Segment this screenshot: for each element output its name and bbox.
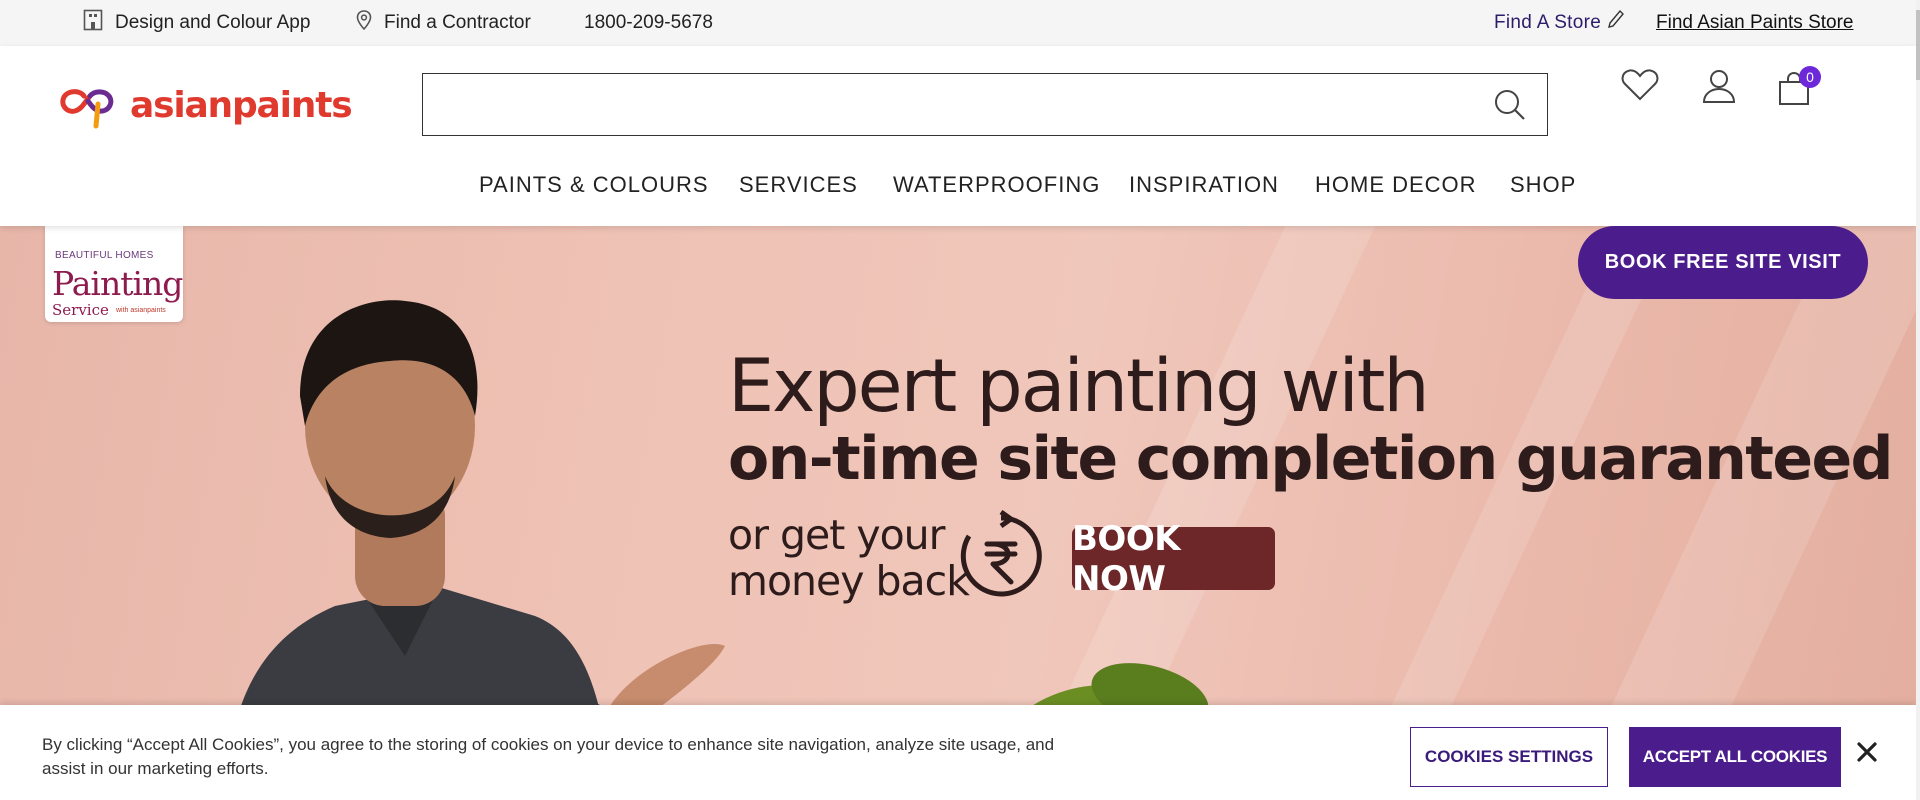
site-header: asianpaints 0 PAINTS & COLOURS SERVICES …: [0, 46, 1916, 226]
find-a-store-link[interactable]: Find A Store: [1494, 0, 1637, 46]
pencil-icon: [1607, 9, 1637, 37]
logo-mark-icon: [58, 76, 124, 135]
user-icon[interactable]: [1702, 68, 1736, 109]
find-a-store-label: Find A Store: [1494, 12, 1602, 33]
nav-waterproofing[interactable]: WATERPROOFING: [893, 172, 1100, 198]
location-pin-icon: [356, 10, 384, 36]
money-back-line1: or get your: [728, 511, 946, 559]
search-box[interactable]: [422, 73, 1548, 136]
hero-headline-line2: on-time site completion guaranteed: [728, 424, 1893, 494]
cookies-settings-button[interactable]: COOKIES SETTINGS: [1410, 727, 1608, 787]
search-icon[interactable]: [1493, 88, 1527, 127]
book-now-button[interactable]: BOOK NOW: [1072, 519, 1275, 599]
scrollbar-thumb[interactable]: [1916, 10, 1920, 80]
close-icon[interactable]: [1856, 741, 1878, 768]
badge-tagline: with asianpaints: [116, 307, 166, 314]
cart-count-badge: 0: [1799, 66, 1821, 88]
badge-subtitle: Service: [52, 301, 109, 319]
find-contractor-link[interactable]: Find a Contractor: [356, 0, 531, 46]
nav-paints-colours[interactable]: PAINTS & COLOURS: [479, 172, 709, 198]
nav-inspiration[interactable]: INSPIRATION: [1129, 172, 1279, 198]
design-colour-app-label: Design and Colour App: [115, 12, 311, 33]
money-back-line2: money back: [728, 557, 970, 605]
design-colour-app-link[interactable]: Design and Colour App: [83, 0, 310, 46]
hero-headline-line1: Expert painting with: [728, 344, 1430, 429]
phone-number[interactable]: 1800-209-5678: [584, 0, 713, 46]
building-icon: [83, 9, 115, 37]
book-free-site-visit-button[interactable]: BOOK FREE SITE VISIT: [1578, 226, 1868, 299]
find-contractor-label: Find a Contractor: [384, 12, 531, 33]
heart-icon[interactable]: [1621, 68, 1659, 107]
cookie-banner: By clicking “Accept All Cookies”, you ag…: [0, 705, 1916, 800]
cookie-message: By clicking “Accept All Cookies”, you ag…: [42, 735, 1055, 778]
badge-title: Painting: [52, 264, 183, 303]
nav-shop[interactable]: SHOP: [1510, 172, 1576, 198]
painting-service-badge: BEAUTIFUL HOMES Painting Service with as…: [45, 226, 183, 322]
find-asian-paints-store-link[interactable]: Find Asian Paints Store: [1656, 0, 1854, 46]
accept-all-cookies-button[interactable]: ACCEPT ALL COOKIES: [1629, 727, 1841, 787]
nav-home-decor[interactable]: HOME DECOR: [1315, 172, 1477, 198]
asianpaints-logo[interactable]: asianpaints: [58, 76, 353, 135]
top-utility-bar: Design and Colour App Find a Contractor …: [0, 0, 1916, 46]
logo-text: asianpaints: [130, 85, 353, 126]
main-nav: PAINTS & COLOURS SERVICES WATERPROOFING …: [0, 172, 1916, 216]
money-back-text: or get your money back: [728, 511, 970, 605]
rupee-icon: [955, 509, 1047, 607]
nav-services[interactable]: SERVICES: [739, 172, 858, 198]
page-scrollbar[interactable]: [1916, 0, 1920, 800]
badge-brand-line: BEAUTIFUL HOMES: [55, 250, 154, 261]
